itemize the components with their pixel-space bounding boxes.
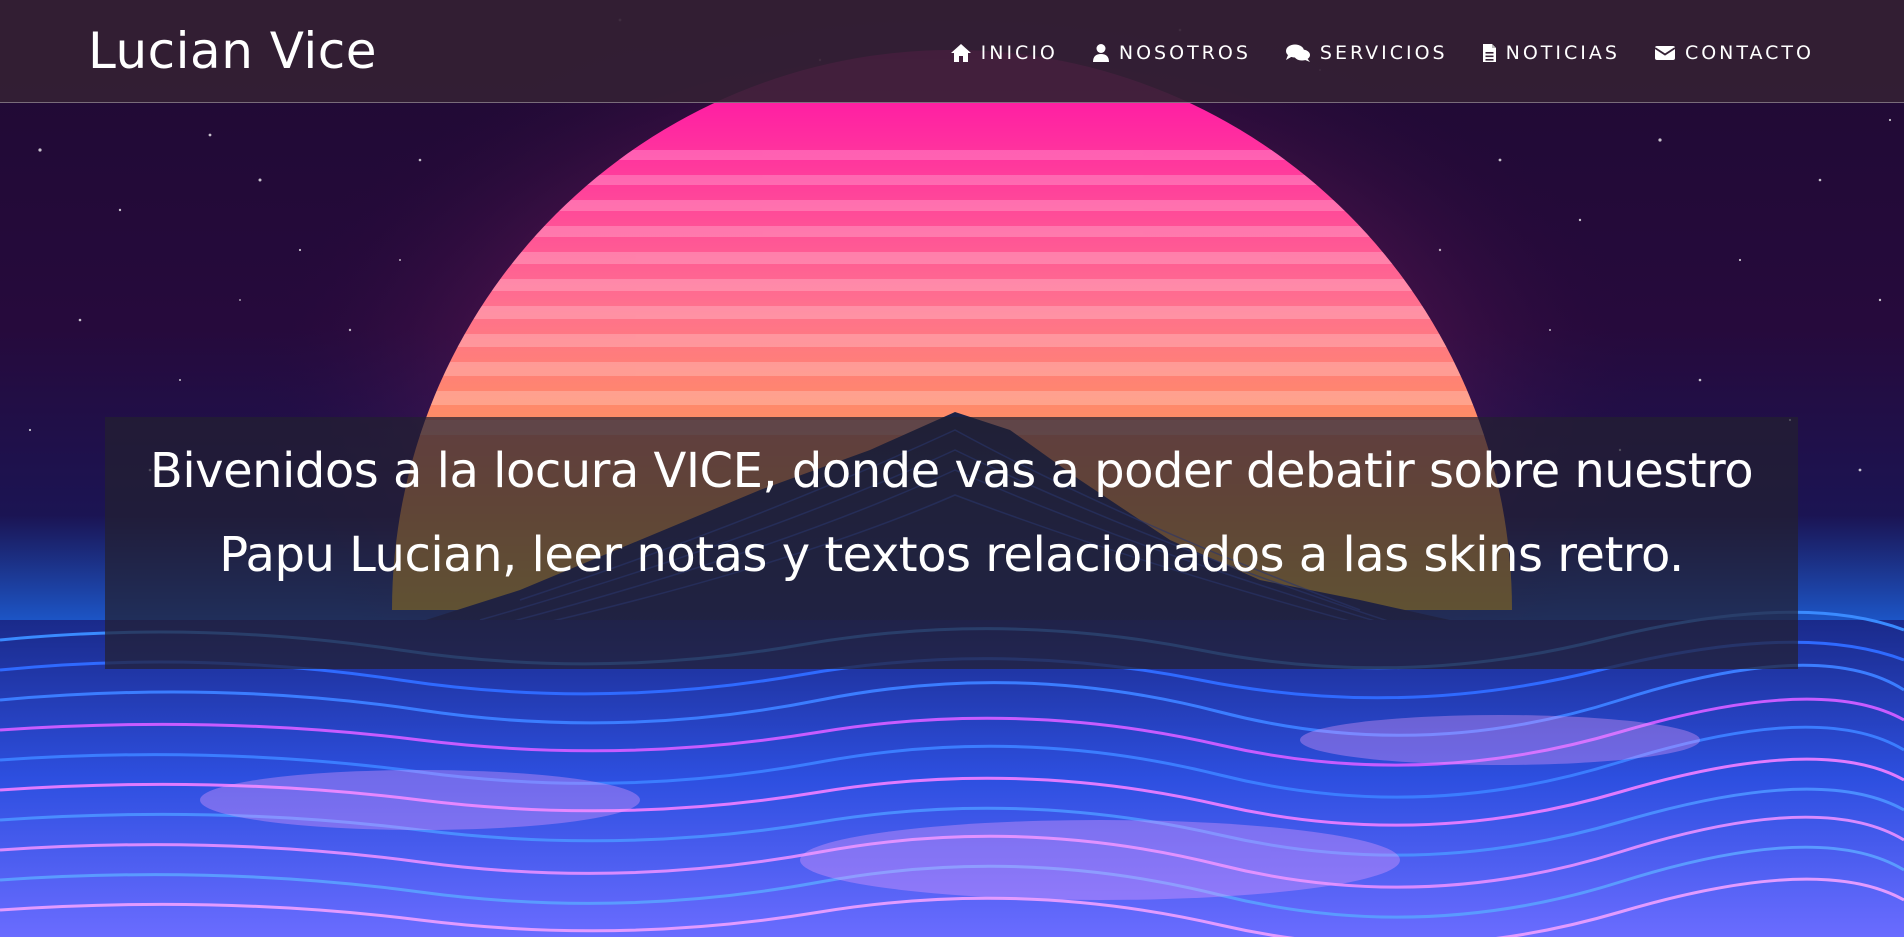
user-icon [1092, 43, 1110, 63]
home-icon [950, 43, 972, 63]
nav-item-servicios[interactable]: SERVICIOS [1285, 34, 1448, 72]
nav-item-contacto[interactable]: CONTACTO [1654, 34, 1814, 72]
nav-item-label: NOSOTROS [1118, 42, 1251, 64]
nav-item-inicio[interactable]: INICIO [950, 34, 1058, 72]
comments-icon [1285, 43, 1311, 63]
nav-item-noticias[interactable]: NOTICIAS [1482, 34, 1620, 72]
hero-message-box: Bivenidos a la locura VICE, donde vas a … [105, 417, 1798, 669]
page: Lucian Vice INICIO NOSOTROS SERVICIOS NO… [0, 0, 1904, 937]
nav-item-label: NOTICIAS [1505, 42, 1620, 64]
nav-item-label: SERVICIOS [1319, 42, 1448, 64]
envelope-icon [1654, 44, 1676, 62]
hero-heading: Bivenidos a la locura VICE, donde vas a … [149, 443, 1754, 583]
nav-item-nosotros[interactable]: NOSOTROS [1092, 34, 1251, 72]
document-icon [1482, 43, 1497, 63]
nav-item-label: CONTACTO [1684, 42, 1814, 64]
top-navbar: Lucian Vice INICIO NOSOTROS SERVICIOS NO… [0, 0, 1904, 103]
nav-item-label: INICIO [980, 42, 1058, 64]
brand-logo-text[interactable]: Lucian Vice [88, 18, 377, 84]
main-nav: INICIO NOSOTROS SERVICIOS NOTICIAS CONTA… [950, 34, 1814, 72]
